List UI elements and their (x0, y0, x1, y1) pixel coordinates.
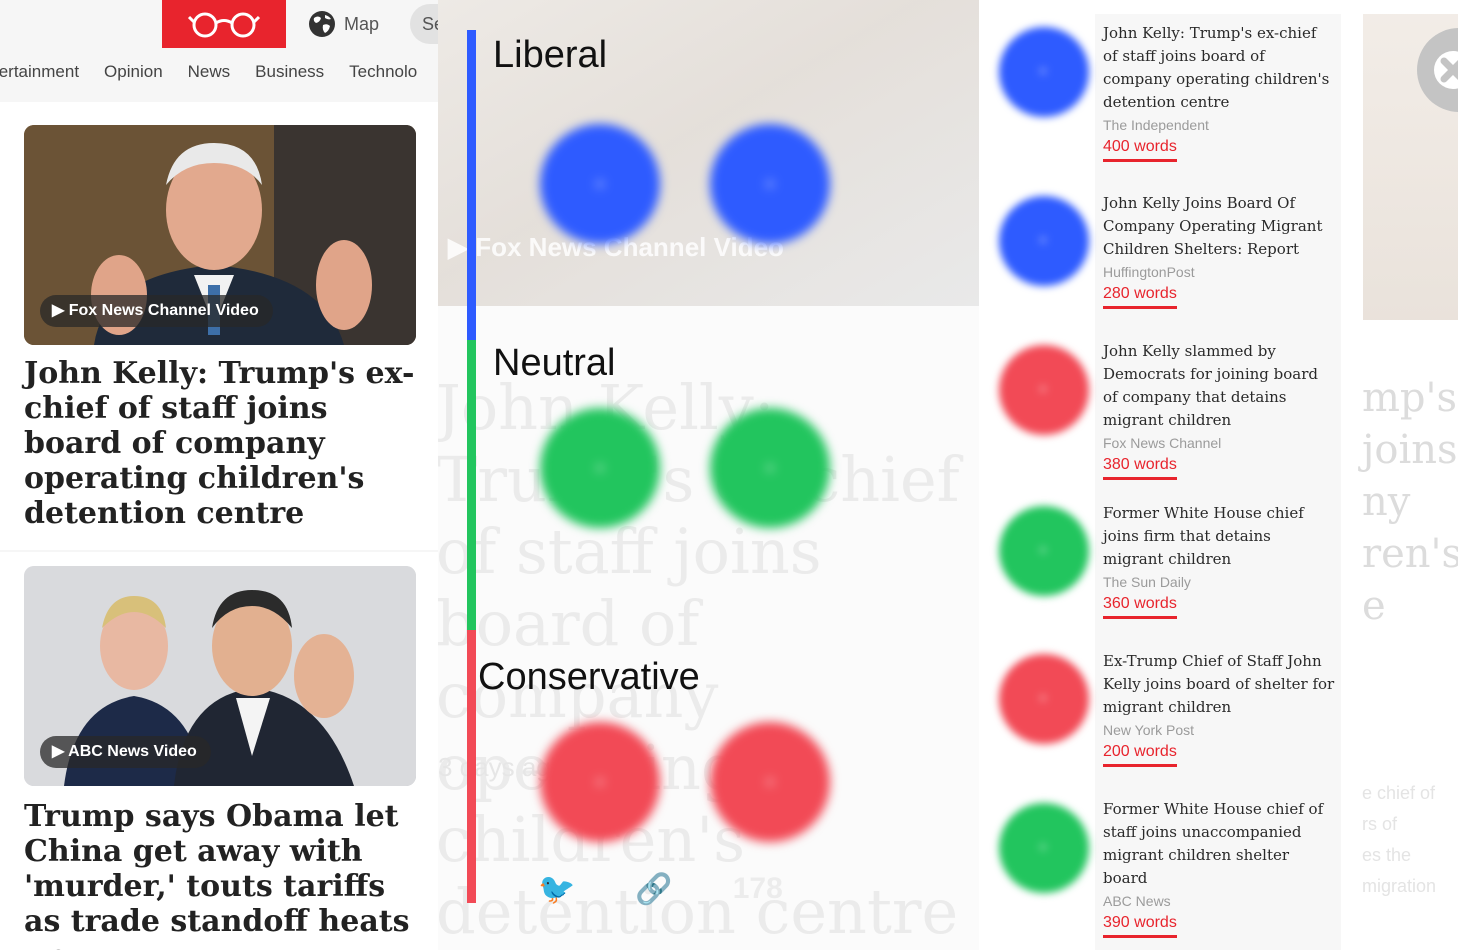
neutral-bias-dot (999, 803, 1089, 893)
conservative-source-dot[interactable] (710, 722, 830, 842)
coverage-item-word-count[interactable]: 360 words (1103, 593, 1177, 619)
liberal-axis-segment (467, 30, 476, 340)
conservative-label: Conservative (478, 656, 700, 698)
coverage-item[interactable]: Ex-Trump Chief of Staff John Kelly joins… (1103, 650, 1335, 767)
liberal-bias-dot (999, 27, 1089, 117)
background-side-headline: mp's joins ny ren's e (1362, 375, 1458, 629)
coverage-list-panel: mp's joins ny ren's e e chief of rs of e… (979, 0, 1458, 950)
coverage-item[interactable]: John Kelly: Trump's ex-chief of staff jo… (1103, 22, 1335, 162)
neutral-source-dot[interactable] (540, 408, 660, 528)
bias-meter-panel: ▶ Fox News Channel Video John Kelly: Tru… (438, 0, 979, 950)
coverage-item[interactable]: Former White House chief joins firm that… (1103, 502, 1335, 619)
coverage-item-source: ABC News (1103, 893, 1171, 909)
coverage-item-title[interactable]: Ex-Trump Chief of Staff John Kelly joins… (1103, 650, 1335, 719)
tab-entertainment[interactable]: tertainment (0, 62, 79, 82)
tab-opinion[interactable]: Opinion (104, 62, 163, 82)
conservative-bias-dot (999, 345, 1089, 435)
category-tabs: tertainment Opinion News Business Techno… (0, 62, 417, 82)
background-share-actions: 🐦 🔗 178 (538, 872, 783, 907)
conservative-bias-dot (999, 654, 1089, 744)
news-feed-panel: Map Se tertainment Opinion News Business… (0, 0, 438, 950)
map-label: Map (344, 13, 380, 34)
liberal-source-dot[interactable] (710, 124, 830, 244)
coverage-item-word-count[interactable]: 380 words (1103, 454, 1177, 480)
top-bar: Map Se tertainment Opinion News Business… (0, 0, 438, 81)
news-card[interactable]: ▶ ABC News Video Trump says Obama let Ch… (0, 552, 438, 950)
neutral-label: Neutral (493, 342, 616, 384)
liberal-bias-dot (999, 196, 1089, 286)
news-thumbnail[interactable]: ▶ ABC News Video (24, 566, 416, 786)
news-headline[interactable]: Trump says Obama let China get away with… (24, 799, 416, 950)
search-button[interactable]: Se (410, 4, 438, 44)
liberal-label: Liberal (493, 34, 608, 76)
app-logo[interactable] (162, 0, 286, 48)
tab-business[interactable]: Business (255, 62, 324, 82)
coverage-item-title[interactable]: John Kelly Joins Board Of Company Operat… (1103, 192, 1335, 261)
coverage-item-title[interactable]: John Kelly slammed by Democrats for join… (1103, 340, 1335, 432)
neutral-bias-dot (999, 506, 1089, 596)
video-badge[interactable]: ▶ Fox News Channel Video (40, 295, 273, 327)
close-icon (1434, 51, 1458, 89)
view-count: 178 (732, 872, 783, 905)
coverage-item-word-count[interactable]: 200 words (1103, 741, 1177, 767)
conservative-source-dot[interactable] (540, 722, 660, 842)
coverage-item-source: HuffingtonPost (1103, 264, 1195, 280)
globe-icon (309, 11, 335, 37)
coverage-item[interactable]: Former White House chief of staff joins … (1103, 798, 1335, 938)
coverage-item-title[interactable]: Former White House chief joins firm that… (1103, 502, 1335, 571)
neutral-axis-segment (467, 340, 476, 630)
map-button[interactable]: Map (308, 8, 379, 40)
video-badge[interactable]: ▶ ABC News Video (40, 736, 211, 768)
background-side-text: e chief of rs of es the migration (1362, 783, 1437, 896)
coverage-item-title[interactable]: John Kelly: Trump's ex-chief of staff jo… (1103, 22, 1335, 114)
coverage-item-word-count[interactable]: 280 words (1103, 283, 1177, 309)
conservative-axis-segment (467, 630, 476, 903)
coverage-item-word-count[interactable]: 400 words (1103, 136, 1177, 162)
coverage-item-title[interactable]: Former White House chief of staff joins … (1103, 798, 1335, 890)
coverage-item[interactable]: John Kelly slammed by Democrats for join… (1103, 340, 1335, 480)
coverage-item-word-count[interactable]: 390 words (1103, 912, 1177, 938)
coverage-item-source: The Sun Daily (1103, 574, 1191, 590)
coverage-item[interactable]: John Kelly Joins Board Of Company Operat… (1103, 192, 1335, 309)
liberal-source-dot[interactable] (540, 124, 660, 244)
coverage-item-source: The Independent (1103, 117, 1209, 133)
link-icon: 🔗 (635, 873, 673, 906)
news-headline[interactable]: John Kelly: Trump's ex-chief of staff jo… (24, 356, 416, 531)
coverage-item-source: Fox News Channel (1103, 435, 1222, 451)
news-card[interactable]: ▶ Fox News Channel Video John Kelly: Tru… (0, 102, 438, 550)
glasses-icon (188, 12, 260, 38)
neutral-source-dot[interactable] (710, 408, 830, 528)
tab-technology[interactable]: Technolo (349, 62, 417, 82)
coverage-item-source: New York Post (1103, 722, 1195, 738)
twitter-icon: 🐦 (538, 873, 576, 906)
tab-news[interactable]: News (188, 62, 231, 82)
news-thumbnail[interactable]: ▶ Fox News Channel Video (24, 125, 416, 345)
